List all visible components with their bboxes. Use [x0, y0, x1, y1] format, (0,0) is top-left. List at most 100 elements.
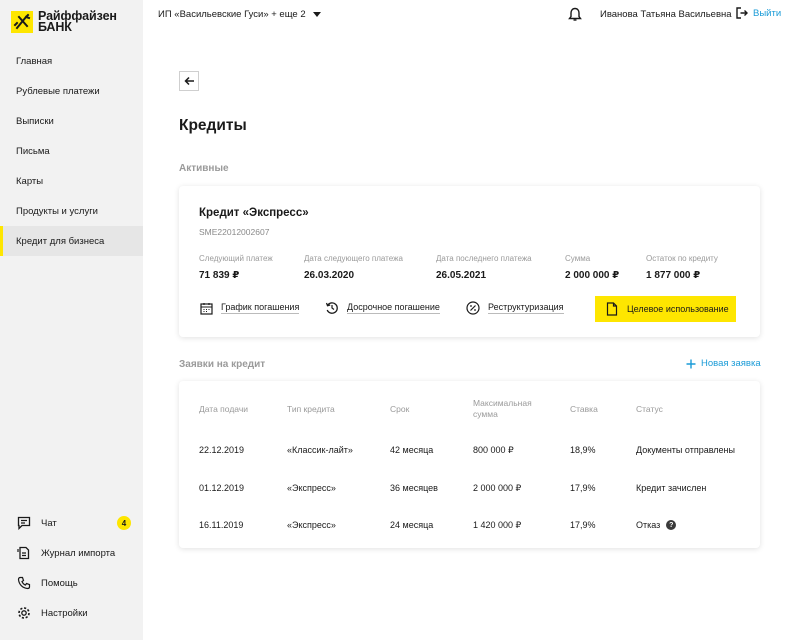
column-header-date: Дата подачи: [199, 404, 249, 414]
cell-date: 22.12.2019: [199, 445, 245, 455]
sidebar-item-letters[interactable]: Письма: [0, 136, 143, 166]
sidebar-item-label: Продукты и услуги: [16, 205, 98, 217]
metric-last-payment-date: Дата последнего платежа 26.05.2021: [436, 254, 532, 281]
calendar-icon: [199, 301, 213, 315]
sidebar-item-label: Чат: [41, 517, 57, 529]
clock-arrow-icon: [325, 301, 339, 315]
percent-icon: [466, 301, 480, 315]
credit-name: Кредит «Экспресс»: [199, 207, 309, 219]
top-header: ИП «Васильевские Гуси» + еще 2 Иванова Т…: [143, 0, 798, 30]
metric-label: Следующий платеж: [199, 254, 273, 263]
sidebar-item-label: Настройки: [41, 607, 88, 619]
sidebar-nav: Главная Рублевые платежи Выписки Письма …: [0, 46, 143, 256]
metric-label: Дата последнего платежа: [436, 254, 532, 263]
plus-icon: [686, 359, 696, 368]
metric-value: 71 839 ₽: [199, 270, 240, 281]
user-name[interactable]: Иванова Татьяна Васильевна: [600, 9, 732, 20]
cell-amount: 800 000 ₽: [473, 444, 514, 455]
cell-status: Отказ ?: [636, 518, 677, 532]
metric-remaining: Остаток по кредиту 1 877 000 ₽: [646, 254, 718, 281]
metric-amount: Сумма 2 000 000 ₽: [565, 254, 619, 281]
section-title-active: Активные: [179, 163, 229, 174]
target-use-button[interactable]: Целевое использование: [595, 296, 736, 322]
bell-icon[interactable]: [568, 7, 582, 22]
action-label: Целевое использование: [627, 303, 729, 314]
cell-type: «Экспресс»: [287, 520, 336, 530]
active-credit-card: Кредит «Экспресс» SME22012002607 Следующ…: [179, 186, 760, 337]
sidebar-item-statements[interactable]: Выписки: [0, 106, 143, 136]
column-header-rate: Ставка: [570, 404, 598, 414]
gear-icon: [16, 605, 32, 621]
cell-term: 36 месяцев: [390, 483, 438, 493]
credit-id: SME22012002607: [199, 227, 270, 237]
sidebar-item-help[interactable]: Помощь: [0, 568, 143, 598]
cell-rate: 17,9%: [570, 520, 596, 530]
cell-type: «Экспресс»: [287, 483, 336, 493]
cell-amount: 2 000 000 ₽: [473, 482, 522, 493]
sidebar-item-cards[interactable]: Карты: [0, 166, 143, 196]
action-label: Досрочное погашение: [347, 302, 440, 314]
cell-date: 01.12.2019: [199, 483, 245, 493]
section-title-requests: Заявки на кредит: [179, 359, 266, 370]
metric-value: 2 000 000 ₽: [565, 270, 620, 281]
table-row[interactable]: 16.11.2019 «Экспресс» 24 месяца 1 420 00…: [179, 518, 760, 555]
raiffeisen-logo[interactable]: Райффайзен БАНК: [11, 10, 117, 34]
metric-label: Остаток по кредиту: [646, 254, 718, 263]
sidebar-item-ruble-payments[interactable]: Рублевые платежи: [0, 76, 143, 106]
organization-name: ИП «Васильевские Гуси» + еще 2: [158, 9, 306, 20]
table-row[interactable]: 22.12.2019 «Классик-лайт» 42 месяца 800 …: [179, 443, 760, 480]
column-header-type: Тип кредита: [287, 404, 335, 414]
cell-status: Кредит зачислен: [636, 483, 707, 493]
sidebar-item-business-credit[interactable]: Кредит для бизнеса: [0, 226, 143, 256]
metric-next-payment: Следующий платеж 71 839 ₽: [199, 254, 273, 281]
logout-icon: [736, 7, 748, 19]
sidebar-item-settings[interactable]: Настройки: [0, 598, 143, 628]
metric-label: Сумма: [565, 254, 591, 263]
sidebar-item-label: Помощь: [41, 577, 78, 589]
question-icon[interactable]: ?: [666, 520, 677, 530]
sidebar: Райффайзен БАНК Главная Рублевые платежи…: [0, 0, 143, 640]
logo-text: Райффайзен БАНК: [38, 10, 117, 34]
logout-label: Выйти: [753, 7, 782, 19]
metric-value: 26.05.2021: [436, 270, 487, 281]
sidebar-item-products[interactable]: Продукты и услуги: [0, 196, 143, 226]
sidebar-item-label: Выписки: [16, 115, 54, 127]
sidebar-item-label: Журнал импорта: [41, 547, 116, 559]
chat-icon: [16, 515, 32, 531]
metric-value: 1 877 000 ₽: [646, 270, 701, 281]
sidebar-item-home[interactable]: Главная: [0, 46, 143, 76]
cell-term: 24 месяца: [390, 520, 434, 530]
raiffeisen-logo-mark-icon: [11, 11, 33, 33]
cell-term: 42 месяца: [390, 445, 434, 455]
column-header-max-amount: Максимальная сумма: [473, 398, 532, 419]
import-log-icon: [16, 545, 32, 561]
column-header-status: Статус: [636, 404, 663, 414]
arrow-left-icon: [183, 76, 194, 86]
sidebar-item-import-log[interactable]: Журнал импорта: [0, 538, 143, 568]
organization-selector[interactable]: ИП «Васильевские Гуси» + еще 2: [158, 9, 321, 20]
action-label: Реструктуризация: [488, 302, 564, 314]
metric-value: 26.03.2020: [304, 270, 355, 281]
back-button[interactable]: [179, 71, 199, 91]
new-request-button[interactable]: Новая заявка: [686, 358, 761, 369]
cell-type: «Классик-лайт»: [287, 445, 353, 455]
cell-status: Документы отправлены: [636, 445, 735, 455]
chat-unread-badge: 4: [117, 516, 131, 530]
column-header-term: Срок: [390, 404, 410, 414]
logout-button[interactable]: Выйти: [736, 7, 781, 19]
cell-rate: 18,9%: [570, 445, 596, 455]
repayment-schedule-button[interactable]: График погашения: [199, 301, 300, 315]
sidebar-item-chat[interactable]: Чат 4: [0, 508, 143, 538]
sidebar-item-label: Главная: [16, 55, 53, 67]
phone-icon: [16, 575, 32, 591]
sidebar-bottom-nav: Чат 4 Журнал импорта Помощь Настройки: [0, 508, 143, 628]
sidebar-item-label: Карты: [16, 175, 44, 187]
metric-next-payment-date: Дата следующего платежа 26.03.2020: [304, 254, 403, 281]
restructuring-button[interactable]: Реструктуризация: [466, 301, 564, 315]
table-row[interactable]: 01.12.2019 «Экспресс» 36 месяцев 2 000 0…: [179, 481, 760, 518]
chevron-down-icon: [312, 12, 321, 17]
cell-status-text: Отказ: [636, 520, 661, 530]
new-request-label: Новая заявка: [701, 358, 761, 369]
metric-label: Дата следующего платежа: [304, 254, 403, 263]
early-repayment-button[interactable]: Досрочное погашение: [325, 301, 440, 315]
